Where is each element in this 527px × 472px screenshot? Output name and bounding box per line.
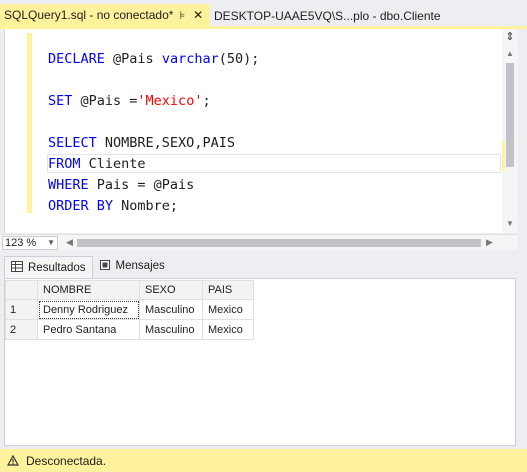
scroll-change-marker <box>502 141 505 171</box>
window-edge <box>518 29 527 449</box>
sql-text: ; <box>202 93 211 109</box>
code-line[interactable]: DECLARE @Pais varchar(50); <box>48 49 259 70</box>
tab-mensajes[interactable]: Mensajes <box>93 256 171 276</box>
horizontal-scroll-thumb[interactable] <box>77 239 481 247</box>
status-bar: Desconectada. <box>0 449 527 472</box>
split-window-icon[interactable]: ⇕ <box>505 31 515 43</box>
table-cell[interactable]: Mexico <box>202 319 254 340</box>
code-line[interactable]: WHERE Pais = @Pais <box>48 175 259 196</box>
query-editor[interactable]: DECLARE @Pais varchar(50); SET @Pais ='M… <box>4 29 502 233</box>
sql-keyword: ORDER BY <box>48 198 114 214</box>
column-header-nombre[interactable]: NOMBRE <box>37 280 140 300</box>
editor-zoom-bar: 123 % ▼ ◀ ▶ <box>0 234 518 250</box>
editor-vertical-scrollbar[interactable]: ⇕ ▲ ▼ <box>502 29 518 233</box>
code-line[interactable]: ORDER BY Nombre; <box>48 196 259 217</box>
sql-text: Nombre; <box>113 198 179 214</box>
column-header-sexo[interactable]: SEXO <box>139 280 203 300</box>
sql-keyword: varchar <box>161 51 219 67</box>
table-row[interactable]: 2 Pedro Santana Masculino Mexico <box>5 319 254 340</box>
sql-text: Cliente <box>80 156 146 172</box>
tab-dbo-cliente[interactable]: DESKTOP-UAAE5VQ\S...plo - dbo.Cliente <box>214 6 441 26</box>
pin-icon[interactable]: ⊧ <box>179 9 185 22</box>
document-tab-bar: SQLQuery1.sql - no conectado* ⊧ ✕ DESKTO… <box>0 0 527 29</box>
grid-corner[interactable] <box>5 280 38 300</box>
change-tracking-margin <box>27 33 32 213</box>
code-line[interactable]: SET @Pais ='Mexico'; <box>48 91 259 112</box>
results-grid-panel[interactable]: NOMBRE SEXO PAIS 1 Denny Rodriguez Mascu… <box>4 278 516 446</box>
table-cell[interactable]: Mexico <box>202 299 254 320</box>
sql-keyword: FROM <box>48 156 81 172</box>
table-cell[interactable]: Denny Rodriguez <box>37 299 140 320</box>
grid-header-row: NOMBRE SEXO PAIS <box>5 280 254 300</box>
row-number[interactable]: 1 <box>5 299 38 320</box>
sql-text: @Pais <box>104 51 162 67</box>
table-cell[interactable]: Masculino <box>139 299 203 320</box>
scroll-down-icon[interactable]: ▼ <box>506 219 514 228</box>
sql-text: Pais = @Pais <box>88 177 195 193</box>
table-cell[interactable]: Masculino <box>139 319 203 340</box>
tab-sqlquery1[interactable]: SQLQuery1.sql - no conectado* ⊧ ✕ <box>0 4 210 26</box>
table-cell[interactable]: Pedro Santana <box>37 319 140 340</box>
column-header-pais[interactable]: PAIS <box>202 280 254 300</box>
messages-icon <box>99 259 111 274</box>
tab-title: DESKTOP-UAAE5VQ\S...plo - dbo.Cliente <box>214 9 441 23</box>
code-line[interactable]: FROM Cliente <box>48 154 259 175</box>
code-lines[interactable]: DECLARE @Pais varchar(50); SET @Pais ='M… <box>48 49 259 217</box>
sql-keyword: DECLARE <box>48 51 105 67</box>
table-row[interactable]: 1 Denny Rodriguez Masculino Mexico <box>5 299 254 320</box>
scroll-left-icon[interactable]: ◀ <box>66 237 73 248</box>
scroll-thumb[interactable] <box>506 63 514 167</box>
tab-label: Resultados <box>28 261 86 274</box>
results-tab-strip: Resultados Mensajes <box>4 256 171 278</box>
sql-string: 'Mexico' <box>137 93 203 109</box>
sql-keyword: WHERE <box>48 177 89 193</box>
close-icon[interactable]: ✕ <box>193 8 203 22</box>
chevron-down-icon: ▼ <box>47 238 55 247</box>
status-text: Desconectada. <box>26 453 107 468</box>
scroll-right-icon[interactable]: ▶ <box>486 237 493 248</box>
results-pane: Resultados Mensajes NOMBRE SEXO PAIS 1 D… <box>0 251 518 447</box>
disconnected-warning-icon <box>6 454 20 468</box>
scroll-up-icon[interactable]: ▲ <box>506 49 514 58</box>
grid-icon <box>11 260 23 275</box>
tab-resultados[interactable]: Resultados <box>4 256 93 278</box>
row-number[interactable]: 2 <box>5 319 38 340</box>
editor-gutter <box>5 29 27 233</box>
sql-keyword: SELECT <box>48 135 97 151</box>
sql-keyword: SET <box>48 93 73 109</box>
zoom-select[interactable]: 123 % ▼ <box>2 236 58 250</box>
tab-title: SQLQuery1.sql - no conectado* <box>4 8 174 22</box>
zoom-value: 123 % <box>5 237 37 249</box>
code-line[interactable] <box>48 70 259 91</box>
tab-label: Mensajes <box>115 260 165 272</box>
results-grid[interactable]: NOMBRE SEXO PAIS 1 Denny Rodriguez Mascu… <box>5 280 254 340</box>
sql-text: @Pais = <box>72 93 138 109</box>
sql-text: (50); <box>218 51 260 67</box>
sql-text: NOMBRE,SEXO,PAIS <box>96 135 235 151</box>
code-line[interactable] <box>48 112 259 133</box>
code-line[interactable]: SELECT NOMBRE,SEXO,PAIS <box>48 133 259 154</box>
